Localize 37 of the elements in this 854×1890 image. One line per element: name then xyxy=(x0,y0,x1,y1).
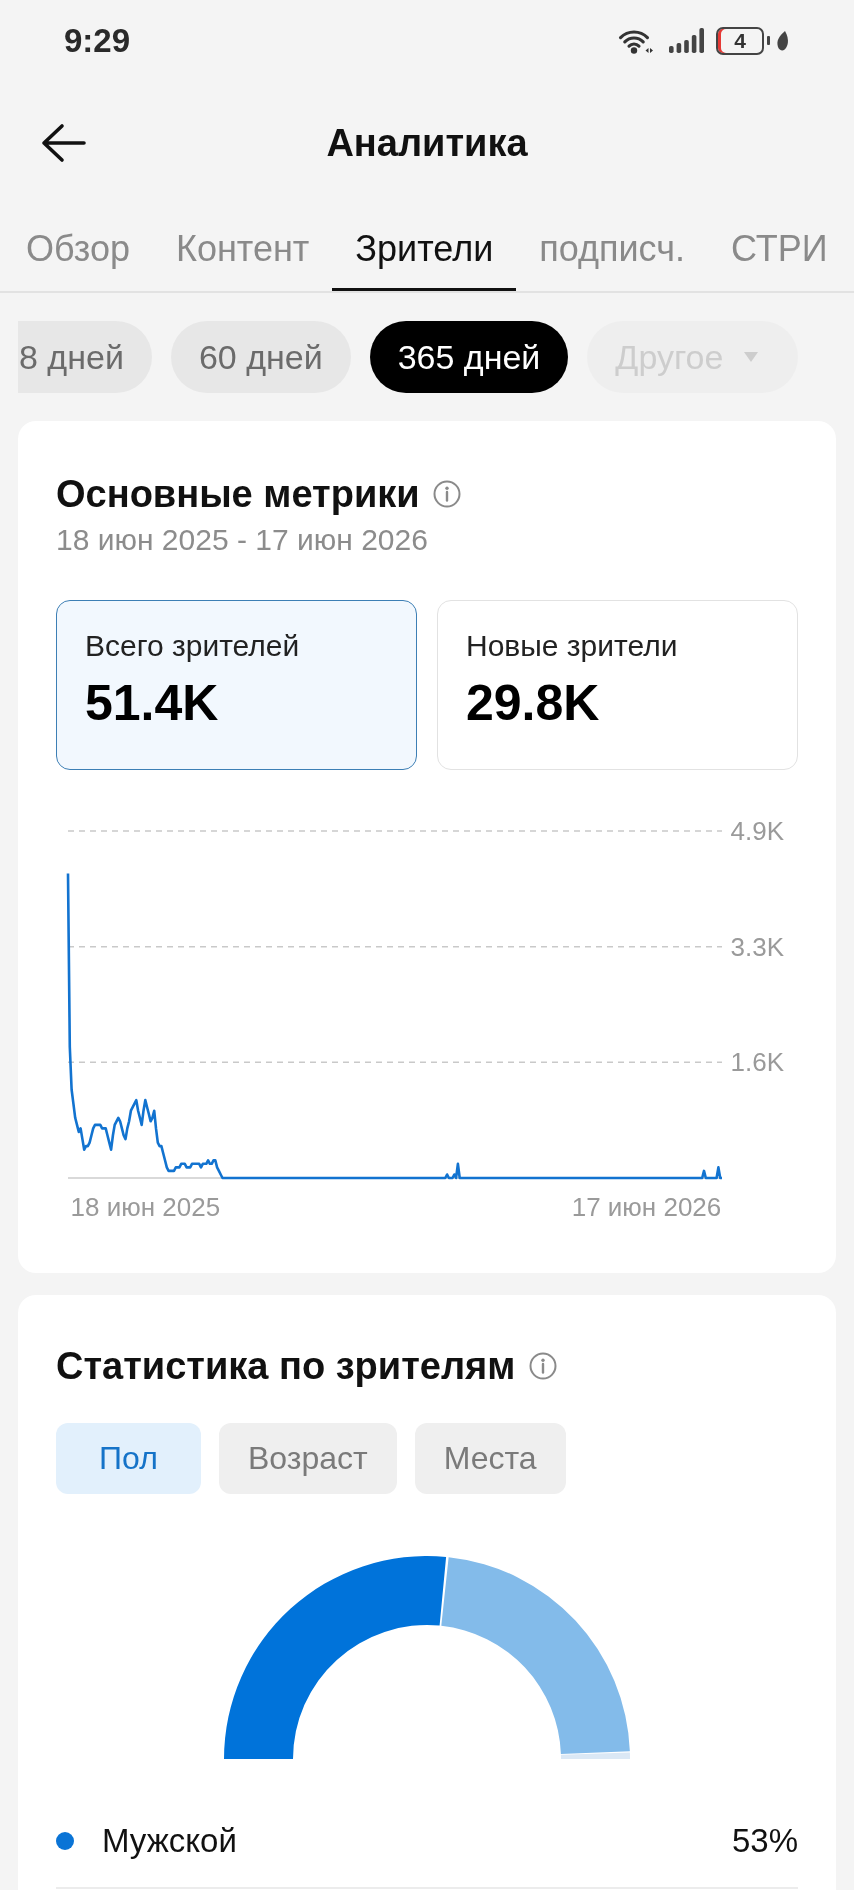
section-title: Статистика по зрителям xyxy=(56,1344,516,1388)
metric-label: Новые зрители xyxy=(466,628,679,664)
segment-tab[interactable]: Возраст xyxy=(219,1423,397,1494)
y-axis-label: 4.9K xyxy=(730,816,784,846)
leaf-icon xyxy=(776,29,790,52)
screen-title: Аналитика xyxy=(326,120,528,166)
tab[interactable]: СТРИ xyxy=(707,200,851,291)
legend-value: 53% xyxy=(731,1821,798,1861)
info-icon[interactable] xyxy=(432,480,461,508)
y-axis-label: 1.6K xyxy=(730,1047,784,1078)
metric-value: 51.4K xyxy=(85,675,220,731)
back-icon[interactable] xyxy=(40,122,86,163)
section-title: Основные метрики xyxy=(56,472,420,516)
info-icon[interactable] xyxy=(529,1352,558,1380)
tab[interactable]: Обзор xyxy=(3,200,153,291)
tab[interactable]: Зрители xyxy=(332,200,517,291)
tab[interactable]: Контент xyxy=(153,200,333,291)
segment-tab[interactable]: Места xyxy=(414,1423,566,1494)
wifi-icon xyxy=(618,27,654,54)
y-axis-label: 3.3K xyxy=(730,931,784,962)
caret-icon xyxy=(744,352,759,362)
x-axis-label: 18 июн 2025 xyxy=(70,1192,221,1222)
metric-tile[interactable]: Новые зрители 29.8K xyxy=(437,600,798,770)
x-axis-label: 17 июн 2026 xyxy=(571,1192,722,1222)
metric-value: 29.8K xyxy=(466,675,601,731)
signal-icon xyxy=(669,28,704,53)
date-range: 18 июн 2025 - 17 июн 2026 xyxy=(56,522,429,558)
period-chip[interactable]: 60 дней xyxy=(170,321,351,393)
metric-label: Всего зрителей xyxy=(85,628,301,664)
segment-tab[interactable]: Пол xyxy=(56,1423,201,1494)
period-chip[interactable]: 8 дней xyxy=(18,321,152,393)
metric-tile[interactable]: Всего зрителей 51.4K xyxy=(56,600,417,770)
period-chip[interactable]: 365 дней xyxy=(369,321,569,393)
tab[interactable]: подписч. xyxy=(516,200,708,291)
clock-time: 9:29 xyxy=(64,20,131,61)
legend-label: Мужской xyxy=(102,1821,238,1861)
battery-indicator: 4 xyxy=(716,26,770,55)
